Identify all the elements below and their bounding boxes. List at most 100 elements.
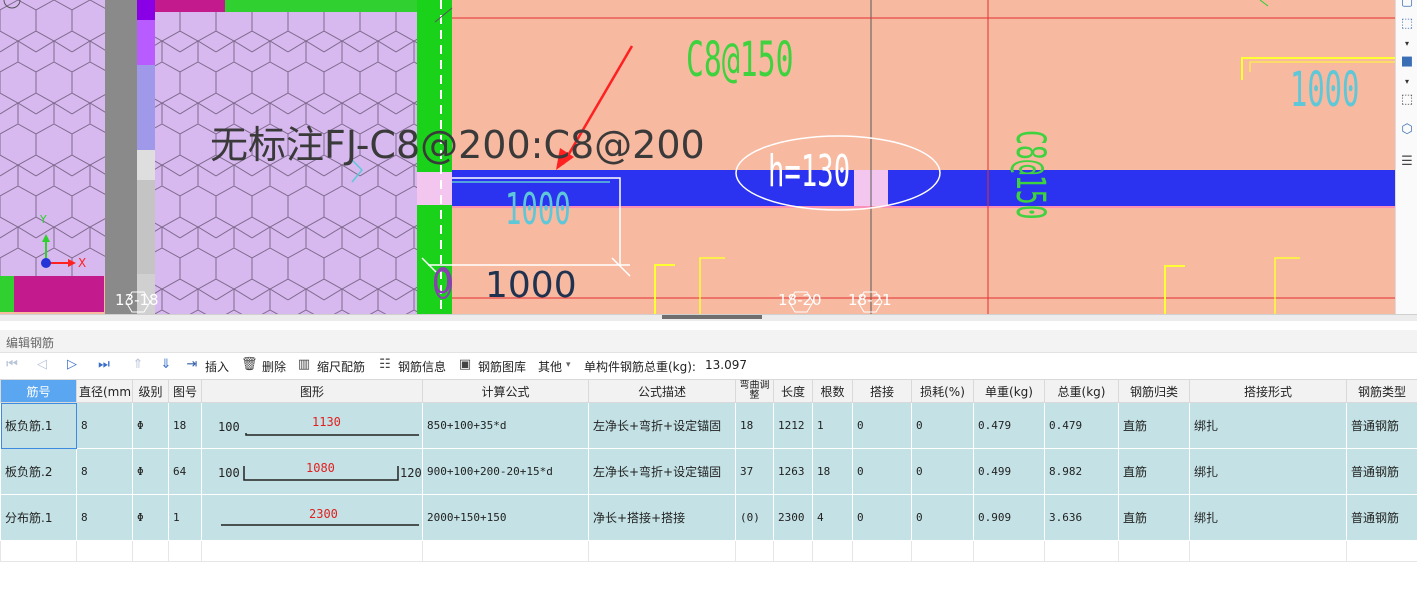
view-cube-icon[interactable]: ▢: [1399, 0, 1415, 10]
document-view-icon[interactable]: ☰: [1399, 154, 1415, 170]
cell-unit-weight[interactable]: 0.479: [973, 402, 1045, 449]
scale-rebar-button[interactable]: 缩尺配筋: [317, 358, 365, 375]
table-row[interactable]: 板负筋.2 8 Φ 64 100 1080 120 900+100+200-20…: [0, 448, 1417, 495]
column-header[interactable]: 图形: [201, 379, 423, 403]
column-header[interactable]: 长度: [773, 379, 813, 403]
empty-cell[interactable]: [1118, 540, 1190, 562]
panel-splitter[interactable]: [0, 314, 1417, 321]
solid-box-icon[interactable]: ■: [1399, 54, 1415, 70]
empty-cell[interactable]: [1189, 540, 1347, 562]
empty-cell[interactable]: [76, 540, 133, 562]
empty-row[interactable]: [0, 540, 1417, 562]
column-header[interactable]: 搭接形式: [1189, 379, 1347, 403]
cell-unit-weight[interactable]: 0.499: [973, 448, 1045, 495]
cell-shape[interactable]: 100 1130: [201, 402, 423, 449]
column-header[interactable]: 总重(kg): [1044, 379, 1119, 403]
empty-cell[interactable]: [201, 540, 423, 562]
cell-diameter[interactable]: 8: [76, 494, 133, 541]
cell-grade[interactable]: Φ: [132, 448, 169, 495]
column-header[interactable]: 钢筋类型: [1346, 379, 1417, 403]
cell-lap[interactable]: 0: [852, 448, 912, 495]
empty-cell[interactable]: [852, 540, 912, 562]
other-menu-button[interactable]: 其他: [538, 358, 562, 375]
cell-shape-no[interactable]: 18: [168, 402, 202, 449]
cell-shape[interactable]: 100 1080 120: [201, 448, 423, 495]
cell-unit-weight[interactable]: 0.909: [973, 494, 1045, 541]
cad-drawing-canvas[interactable]: 无标注FJ-C8@200:C8@200 1000 1000 1000 C8@15…: [0, 0, 1417, 314]
cell-length[interactable]: 2300: [773, 494, 813, 541]
cell-loss[interactable]: 0: [911, 448, 974, 495]
cell-diameter[interactable]: 8: [76, 402, 133, 449]
cell-grade[interactable]: Φ: [132, 494, 169, 541]
cube-view-icon[interactable]: ⬡: [1399, 122, 1415, 138]
cell-bend[interactable]: (0): [735, 494, 774, 541]
empty-cell[interactable]: [132, 540, 169, 562]
cell-name[interactable]: 分布筋.1: [0, 494, 77, 541]
column-header[interactable]: 计算公式: [422, 379, 589, 403]
empty-cell[interactable]: [1044, 540, 1119, 562]
cell-lap-form[interactable]: 绑扎: [1189, 448, 1347, 495]
table-row[interactable]: 分布筋.1 8 Φ 1 2300 2000+150+150 净长+搭接+搭接 (…: [0, 494, 1417, 541]
move-up-icon[interactable]: ⇑: [130, 357, 146, 373]
cell-loss[interactable]: 0: [911, 494, 974, 541]
column-header[interactable]: 图号: [168, 379, 202, 403]
cell-length[interactable]: 1212: [773, 402, 813, 449]
column-header[interactable]: 筋号: [0, 379, 77, 403]
empty-cell[interactable]: [911, 540, 974, 562]
last-record-icon[interactable]: ⏭: [96, 357, 112, 373]
cell-type[interactable]: 普通钢筋: [1346, 402, 1417, 449]
chevron-down-icon[interactable]: ▾: [1399, 36, 1415, 52]
previous-record-icon[interactable]: ◁: [34, 357, 50, 373]
cell-lap-form[interactable]: 绑扎: [1189, 494, 1347, 541]
column-header[interactable]: 搭接: [852, 379, 912, 403]
cell-grade[interactable]: Φ: [132, 402, 169, 449]
cell-category[interactable]: 直筋: [1118, 448, 1190, 495]
cell-formula[interactable]: 850+100+35*d: [422, 402, 589, 449]
rebar-info-button[interactable]: 钢筋信息: [398, 358, 446, 375]
column-header[interactable]: 弯曲调整: [735, 379, 774, 403]
cell-category[interactable]: 直筋: [1118, 402, 1190, 449]
cell-total-weight[interactable]: 8.982: [1044, 448, 1119, 495]
rebar-annotation-text[interactable]: 无标注FJ-C8@200:C8@200: [210, 126, 705, 164]
chevron-down-icon[interactable]: ▾: [1399, 74, 1415, 90]
rebar-library-button[interactable]: 钢筋图库: [478, 358, 526, 375]
empty-cell[interactable]: [973, 540, 1045, 562]
cell-description[interactable]: 左净长+弯折+设定锚固: [588, 402, 736, 449]
empty-cell[interactable]: [735, 540, 774, 562]
empty-cell[interactable]: [1346, 540, 1417, 562]
cell-count[interactable]: 18: [812, 448, 853, 495]
insert-button[interactable]: 插入: [205, 358, 229, 375]
column-header[interactable]: 级别: [132, 379, 169, 403]
delete-button[interactable]: 删除: [262, 358, 286, 375]
column-header[interactable]: 根数: [812, 379, 853, 403]
cell-total-weight[interactable]: 3.636: [1044, 494, 1119, 541]
cell-name[interactable]: 板负筋.2: [0, 448, 77, 495]
cell-bend[interactable]: 37: [735, 448, 774, 495]
cell-diameter[interactable]: 8: [76, 448, 133, 495]
empty-cell[interactable]: [168, 540, 202, 562]
first-record-icon[interactable]: ⏮: [4, 357, 20, 373]
cell-loss[interactable]: 0: [911, 402, 974, 449]
cell-category[interactable]: 直筋: [1118, 494, 1190, 541]
cell-shape-no[interactable]: 64: [168, 448, 202, 495]
cell-description[interactable]: 净长+搭接+搭接: [588, 494, 736, 541]
move-down-icon[interactable]: ⇓: [158, 357, 174, 373]
empty-cell[interactable]: [422, 540, 589, 562]
column-header[interactable]: 公式描述: [588, 379, 736, 403]
cell-lap[interactable]: 0: [852, 494, 912, 541]
cell-type[interactable]: 普通钢筋: [1346, 494, 1417, 541]
empty-cell[interactable]: [0, 540, 77, 562]
column-header[interactable]: 钢筋归类: [1118, 379, 1190, 403]
cell-lap-form[interactable]: 绑扎: [1189, 402, 1347, 449]
table-row[interactable]: 板负筋.1 8 Φ 18 100 1130 850+100+35*d 左净长+弯…: [0, 402, 1417, 449]
cell-type[interactable]: 普通钢筋: [1346, 448, 1417, 495]
cell-formula[interactable]: 2000+150+150: [422, 494, 589, 541]
empty-cell[interactable]: [773, 540, 813, 562]
cell-formula[interactable]: 900+100+200-20+15*d: [422, 448, 589, 495]
empty-cell[interactable]: [812, 540, 853, 562]
splitter-grip[interactable]: [662, 315, 762, 319]
cell-description[interactable]: 左净长+弯折+设定锚固: [588, 448, 736, 495]
empty-cell[interactable]: [588, 540, 736, 562]
cell-length[interactable]: 1263: [773, 448, 813, 495]
3d-box-icon[interactable]: ⬚: [1399, 16, 1415, 32]
